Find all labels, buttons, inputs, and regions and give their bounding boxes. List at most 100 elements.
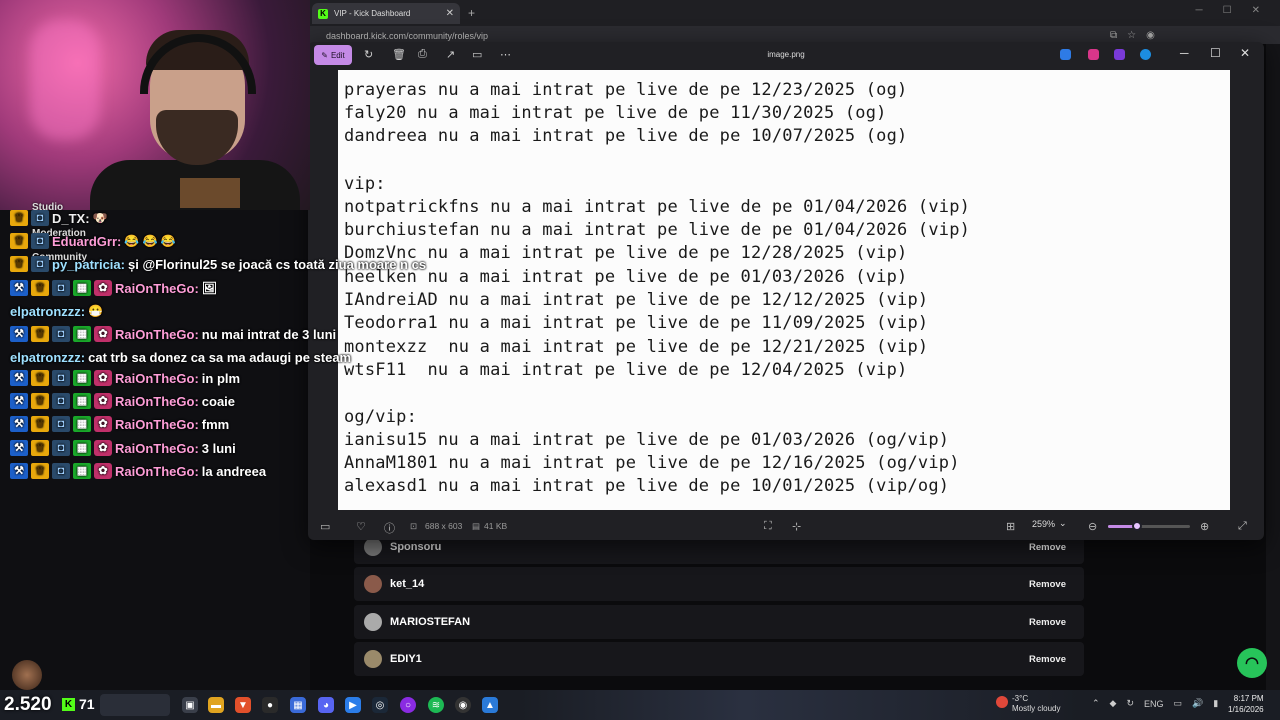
chat-username[interactable]: RaiOnTheGo: (115, 281, 199, 296)
maximize-icon[interactable]: ☐ (1223, 5, 1232, 16)
pink-lamp (30, 20, 100, 140)
clipchamp-icon[interactable] (1088, 49, 1099, 60)
camera-badge-icon: ◘ (52, 326, 70, 342)
chat-username[interactable]: elpatronzzz: (10, 350, 85, 365)
tray-app-icon[interactable]: ◆ (1110, 698, 1117, 709)
zoom-dropdown[interactable]: 259% ⌄ (1032, 518, 1067, 529)
avatar-badge-icon: ✿ (94, 393, 112, 409)
maximize-icon[interactable]: ☐ (1210, 46, 1221, 60)
vip-username: ket_14 (390, 578, 425, 590)
photos-icon[interactable]: ▲ (482, 697, 498, 713)
bookmark-icon[interactable]: ☆ (1127, 30, 1136, 41)
remove-button[interactable]: Remove (1021, 539, 1074, 556)
crown-badge-icon: ♛ (31, 326, 49, 342)
new-tab-icon[interactable]: + (468, 6, 475, 20)
store-icon[interactable]: ▦ (290, 697, 306, 713)
file-explorer-icon[interactable]: ▬ (208, 697, 224, 713)
image-text-line: wtsF11 nu a mai intrat pe live de pe 12/… (344, 360, 908, 380)
minimize-icon[interactable]: ─ (1196, 5, 1203, 16)
browser-tab[interactable]: K VIP - Kick Dashboard ✕ (312, 3, 460, 24)
volume-icon[interactable]: 🔊 (1192, 698, 1203, 709)
image-filesize: 41 KB (484, 521, 508, 531)
image-text-line: alexasd1 nu a mai intrat pe live de pe 1… (344, 476, 950, 496)
remove-button[interactable]: Remove (1021, 614, 1074, 631)
remove-button[interactable]: Remove (1021, 651, 1074, 668)
network-icon[interactable]: ▭ (1174, 698, 1183, 709)
clock[interactable]: 8:17 PM 1/16/2026 (1228, 693, 1264, 715)
webcam-feed (0, 0, 310, 210)
page-scrollbar[interactable] (1266, 44, 1280, 690)
filmstrip-icon[interactable]: ▭ (320, 520, 330, 533)
viewer-bottom-bar: ▭ ♡ ⓘ ⊡ 688 x 603 ▤ 41 KB ⛶ ⊹ ⊞ 259% ⌄ ⊖… (308, 512, 1264, 540)
crown-badge-icon: ♛ (10, 233, 28, 249)
fullscreen-icon[interactable]: ⤢ (1238, 520, 1247, 533)
image-content: ~~~ ~~ ~~~~~~~~~~~ ~~ ~~~~~ ~~ ~ ~~ ~~ ~… (338, 70, 1230, 510)
chat-username[interactable]: RaiOnTheGo: (115, 464, 199, 479)
streamlabs-icon[interactable]: ▶ (345, 697, 361, 713)
crown-badge-icon: ♛ (31, 463, 49, 479)
language-indicator[interactable]: ENG (1144, 699, 1164, 709)
kick-favicon-icon: K (318, 8, 328, 19)
chat-text: coaie (201, 393, 236, 409)
chat-username[interactable]: RaiOnTheGo: (115, 371, 199, 386)
avatar-badge-icon: ✿ (94, 440, 112, 456)
chat-username[interactable]: RaiOnTheGo: (115, 327, 199, 342)
chevron-up-icon[interactable]: ⌃ (1092, 698, 1100, 709)
crop-icon[interactable]: ⛶ (764, 520, 772, 533)
avatar-badge-icon: ✿ (94, 463, 112, 479)
designer-app-icon[interactable] (1060, 49, 1071, 60)
chat-message: ⚒ ♛ ◘ ▦ ✿ RaiOnTheGo: in plm (10, 368, 240, 388)
chat-username[interactable]: RaiOnTheGo: (115, 441, 199, 456)
fit-to-window-icon[interactable]: ⊞ (1006, 520, 1015, 533)
chat-username[interactable]: RaiOnTheGo: (115, 394, 199, 409)
camera-badge-icon: ◘ (52, 280, 70, 296)
info-icon[interactable]: ⓘ (384, 520, 395, 536)
extension-icon[interactable]: ⧉ (1110, 30, 1117, 41)
hammer-badge-icon: ⚒ (10, 326, 28, 342)
taskbar-search[interactable] (100, 694, 170, 716)
screen: K VIP - Kick Dashboard ✕ + ─ ☐ ✕ dashboa… (0, 0, 1280, 720)
chrome-icon[interactable]: ◉ (455, 697, 471, 713)
support-chat-icon[interactable]: ◠ (1237, 648, 1267, 678)
zoom-in-icon[interactable]: ⊕ (1200, 520, 1209, 533)
chat-username[interactable]: D_TX: (52, 211, 90, 226)
obs-icon[interactable]: ● (262, 697, 278, 713)
chat-username[interactable]: EduardGrr: (52, 234, 121, 249)
battery-icon[interactable]: ▮ (1213, 698, 1218, 709)
task-view-icon[interactable]: ▣ (182, 697, 198, 713)
chat-text: nu mai intrat de 3 luni (201, 326, 337, 342)
close-icon[interactable]: ✕ (1240, 46, 1250, 60)
chat-text: fmm (201, 416, 230, 432)
chat-username[interactable]: RaiOnTheGo: (115, 417, 199, 432)
chat-message: ♛ ◘ D_TX: 🐶 (10, 208, 108, 228)
chat-username[interactable]: elpatronzzz: (10, 304, 85, 319)
url-text[interactable]: dashboard.kick.com/community/roles/vip (326, 31, 488, 41)
chat-username[interactable]: py_patricia: (52, 257, 125, 272)
close-icon[interactable]: ✕ (1252, 5, 1260, 16)
spotify-icon[interactable]: ≋ (428, 697, 444, 713)
visual-search-icon[interactable]: ⊹ (792, 520, 801, 533)
steam-icon[interactable]: ◎ (372, 697, 388, 713)
follower-count-value: 71 (79, 696, 95, 712)
chat-message: elpatronzzz: 😷 (10, 301, 103, 321)
favorite-icon[interactable]: ♡ (356, 520, 366, 533)
brave-browser-icon[interactable]: ▼ (235, 697, 251, 713)
chat-text: 3 luni (201, 440, 236, 456)
discord-icon[interactable]: ◕ (318, 697, 334, 713)
copilot-icon[interactable] (1114, 49, 1125, 60)
zoom-slider-thumb[interactable] (1131, 521, 1142, 531)
zoom-value: 259% (1032, 518, 1056, 529)
onedrive-icon[interactable] (1140, 49, 1151, 60)
zoom-slider[interactable] (1108, 521, 1190, 531)
app-circle-icon[interactable]: ○ (400, 697, 416, 713)
weather-desc: Mostly cloudy (1012, 704, 1061, 713)
image-text-line: faly20 nu a mai intrat pe live de pe 11/… (344, 103, 887, 123)
chat-message: elpatronzzz: cat trb sa donez ca sa ma a… (10, 347, 351, 367)
zoom-out-icon[interactable]: ⊖ (1088, 520, 1097, 533)
chat-message: ⚒ ♛ ◘ ▦ ✿ RaiOnTheGo: nu mai intrat de 3… (10, 324, 336, 344)
tab-close-icon[interactable]: ✕ (446, 8, 454, 19)
remove-button[interactable]: Remove (1021, 576, 1074, 593)
minimize-icon[interactable]: ─ (1180, 46, 1189, 60)
refresh-icon[interactable]: ↻ (1126, 698, 1134, 709)
profile-icon[interactable]: ◉ (1146, 30, 1155, 41)
